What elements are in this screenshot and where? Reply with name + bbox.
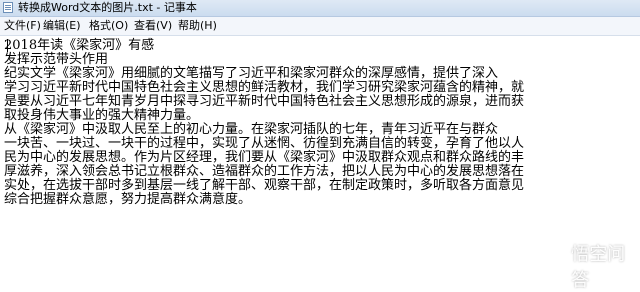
text-cursor	[7, 39, 8, 52]
menu-format[interactable]: 格式(O)	[89, 19, 128, 33]
menu-view[interactable]: 查看(V)	[134, 19, 172, 33]
search-icon	[548, 256, 568, 276]
document-line: 综合把握群众意愿，努力提高群众满意度。	[4, 192, 252, 207]
menu-edit[interactable]: 编辑(E)	[43, 19, 81, 33]
wukong-watermark: 悟空问答	[548, 244, 640, 291]
notepad-app-icon	[3, 2, 13, 13]
document-line: 2018年读《梁家河》有感	[4, 38, 155, 53]
watermark-text: 悟空问答	[571, 244, 626, 291]
document-line: 学习习近平新时代中国特色社会主义思想的鲜活教材，我们学习研究梁家河蕴含的精神，就	[4, 80, 525, 95]
text-editor-area[interactable]: 2018年读《梁家河》有感 发挥示范带头作用 纪实文学《梁家河》用细腻的文笔描写…	[4, 36, 640, 283]
document-line: 厚滋养，深入领会总书记立根群众、造福群众的工作方法，把以人民为中心的发展思想落在	[4, 164, 525, 179]
document-line: 是要从习近平七年知青岁月中探寻习近平新时代中国特色社会主义思想形成的源泉，进而获	[4, 94, 525, 109]
document-line: 纪实文学《梁家河》用细腻的文笔描写了习近平和梁家河群众的深厚感情，提供了深入	[4, 66, 499, 81]
document-line: 实处，在选拔干部时多到基层一线了解干部、观察干部，在制定政策时，多听取各方面意见	[4, 178, 525, 193]
menu-file[interactable]: 文件(F)	[4, 19, 41, 33]
window-title: 转换成Word文本的图片.txt - 记事本	[18, 1, 197, 14]
document-line: 发挥示范带头作用	[4, 52, 109, 67]
menu-help[interactable]: 帮助(H)	[178, 19, 217, 33]
notepad-window: 转换成Word文本的图片.txt - 记事本 文件(F) 编辑(E) 格式(O)…	[0, 0, 640, 291]
menu-bar: 文件(F) 编辑(E) 格式(O) 查看(V) 帮助(H)	[0, 17, 640, 36]
document-line: 从《梁家河》中汲取人民至上的初心力量。在梁家河插队的七年，青年习近平在与群众	[4, 122, 499, 137]
document-line: 民为中心的发展思想。作为片区经理，我们要从《梁家河》中汲取群众观点和群众路线的丰	[4, 150, 525, 165]
document-line: 一块苦、一块过、一块干的过程中，实现了从迷惘、彷徨到充满自信的转变，孕育了他以人	[4, 136, 525, 151]
document-line: 取投身伟大事业的强大精神力量。	[4, 108, 200, 123]
title-bar[interactable]: 转换成Word文本的图片.txt - 记事本	[0, 0, 640, 17]
